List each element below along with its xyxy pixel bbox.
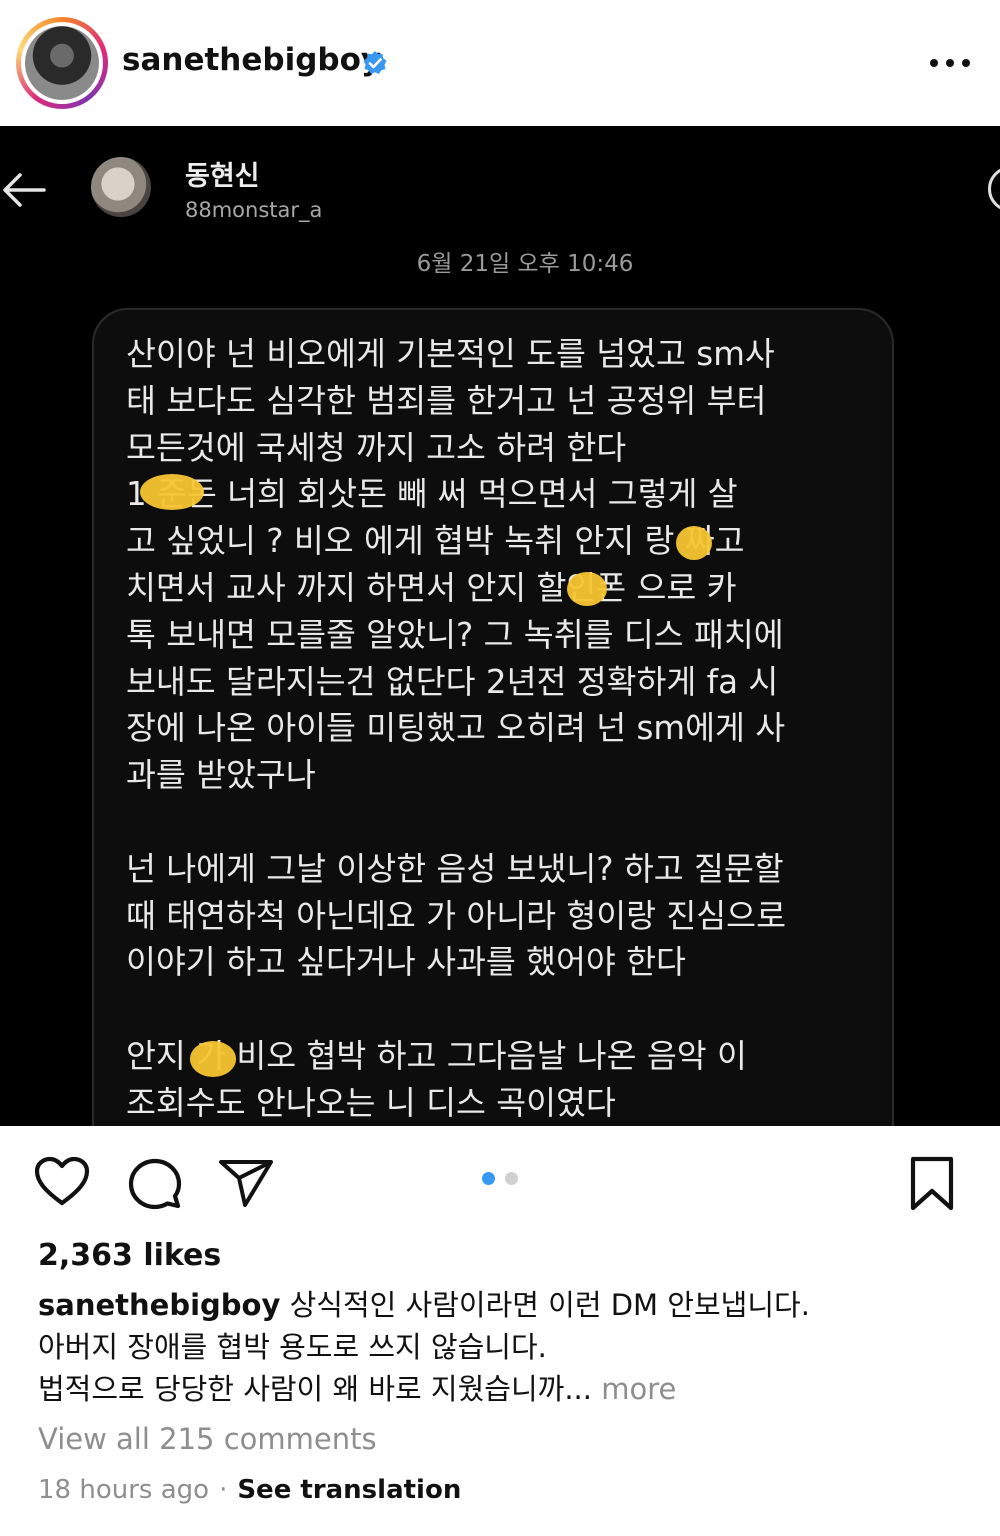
heart-icon[interactable] — [34, 1156, 90, 1208]
dm-message-text: 산이야 넌 비오에게 기본적인 도를 넘었고 sm사 태 보다도 심각한 범죄를… — [126, 335, 786, 1122]
caption-text-3: 법적으로 당당한 사람이 왜 바로 지웠습니까... — [38, 1372, 592, 1406]
caption-text-1: 상식적인 사람이라면 이런 DM 안보냅니다. — [289, 1288, 810, 1322]
profile-avatar[interactable] — [16, 17, 108, 109]
post-image[interactable]: 동현신 88monstar_a 6월 21일 오후 10:46 산이야 넌 비오… — [0, 126, 1000, 1126]
post-header: sanethebigboy — [0, 0, 1000, 126]
carousel-dot — [505, 1172, 518, 1185]
info-icon — [988, 166, 1000, 212]
caption-more-link[interactable]: more — [601, 1372, 676, 1406]
dm-timestamp: 6월 21일 오후 10:46 — [416, 251, 634, 277]
caption-text-2: 아버지 장애를 협박 용도로 쓰지 않습니다. — [38, 1330, 547, 1364]
view-comments-link[interactable]: View all 215 comments — [38, 1422, 377, 1456]
comment-icon[interactable] — [128, 1158, 182, 1210]
dm-contact-name: 동현신 — [185, 161, 260, 192]
censor-mark — [567, 572, 607, 606]
caption-line-1: sanethebigboy 상식적인 사람이라면 이런 DM 안보냅니다. — [38, 1284, 978, 1326]
post-meta-row: 18 hours ago · See translation — [38, 1475, 461, 1505]
verified-badge-icon — [363, 51, 387, 74]
carousel-dot-active — [482, 1172, 495, 1185]
meta-separator: · — [219, 1475, 228, 1505]
caption-username[interactable]: sanethebigboy — [38, 1288, 280, 1322]
username[interactable]: sanethebigboy — [122, 42, 381, 78]
likes-count[interactable]: 2,363 likes — [38, 1238, 221, 1273]
censor-mark — [140, 474, 204, 510]
back-arrow-icon — [3, 173, 46, 207]
censor-mark — [190, 1041, 236, 1077]
post-time-ago: 18 hours ago — [38, 1475, 210, 1505]
post-caption: sanethebigboy 상식적인 사람이라면 이런 DM 안보냅니다. 아버… — [38, 1284, 978, 1410]
dm-contact-handle: 88monstar_a — [185, 198, 323, 222]
action-bar — [0, 1126, 1000, 1236]
caption-line-3: 법적으로 당당한 사람이 왜 바로 지웠습니까... more — [38, 1368, 978, 1410]
more-horizontal-icon[interactable] — [928, 50, 972, 76]
dm-avatar — [91, 157, 151, 217]
see-translation-link[interactable]: See translation — [237, 1475, 461, 1505]
avatar-photo — [25, 26, 99, 100]
censor-mark — [676, 526, 712, 560]
bookmark-icon[interactable] — [908, 1156, 956, 1212]
send-icon[interactable] — [218, 1158, 274, 1208]
